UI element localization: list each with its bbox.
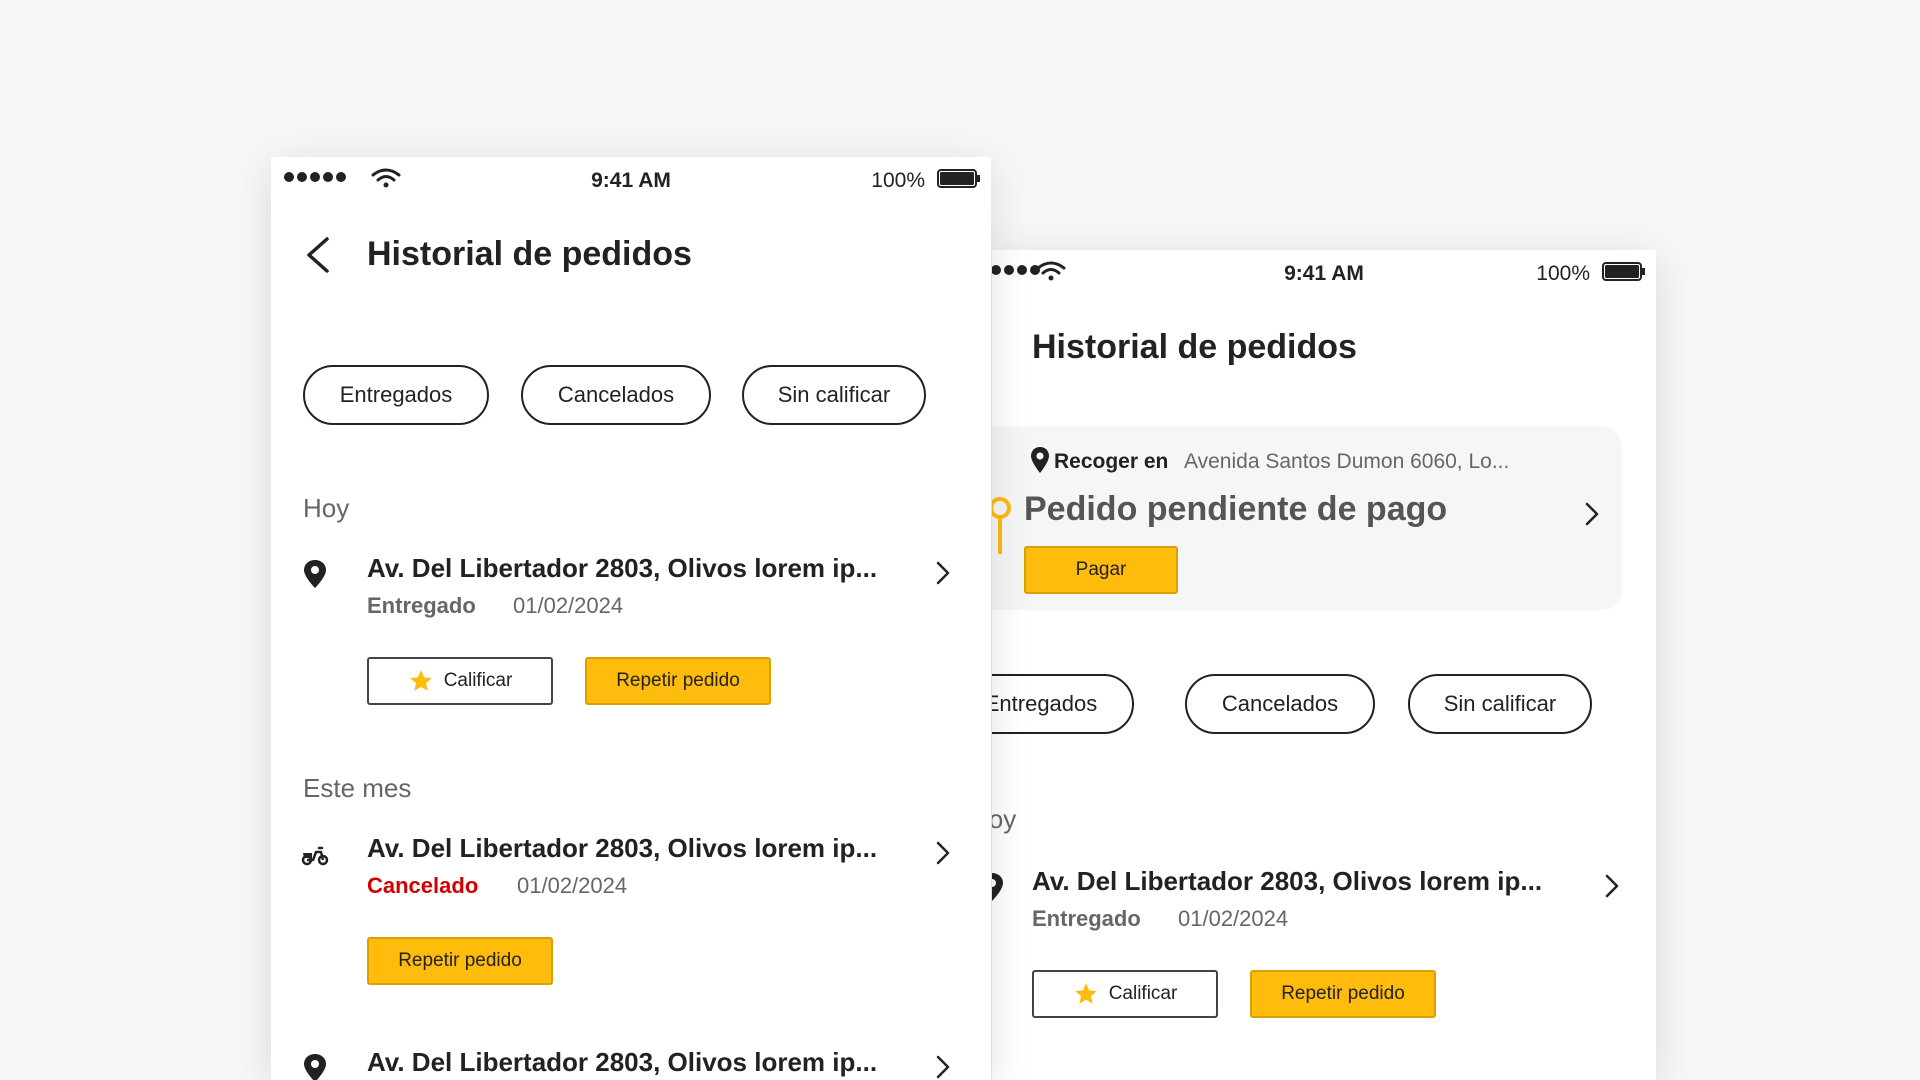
filter-chip-unrated[interactable]: Sin calificar <box>1408 674 1592 734</box>
back-arrow-icon[interactable] <box>303 235 333 275</box>
location-pin-icon <box>992 873 1003 901</box>
order-date: 01/02/2024 <box>513 593 624 618</box>
battery-icon <box>937 169 980 188</box>
section-this-month: Este mes <box>303 773 412 803</box>
pickup-address: Avenida Santos Dumon 6060, Lo... <box>1184 450 1510 473</box>
scooter-icon <box>301 846 329 866</box>
repeat-order-button[interactable]: Repetir pedido <box>1250 970 1436 1018</box>
battery-icon <box>1602 262 1645 281</box>
order-date: 01/02/2024 <box>517 873 628 898</box>
section-today: Hoy <box>992 804 1017 834</box>
order-date: 01/02/2024 <box>1178 906 1289 931</box>
phone-screen-history: 9:41 AM 100% Historial de pedidos Entreg… <box>271 157 991 1080</box>
order-status: Cancelado <box>367 873 479 898</box>
repeat-order-button[interactable]: Repetir pedido <box>585 657 771 705</box>
order-status: Entregado <box>1032 906 1141 931</box>
filter-chip-delivered[interactable]: Entregados <box>992 674 1134 734</box>
battery-percent: 100% <box>871 169 925 192</box>
filter-chip-delivered[interactable]: Entregados <box>303 365 489 425</box>
chevron-right-icon[interactable] <box>1584 500 1600 528</box>
order-address: Av. Del Libertador 2803, Olivos lorem ip… <box>367 833 878 863</box>
repeat-order-button[interactable]: Repetir pedido <box>367 937 553 985</box>
page-title: Historial de pedidos <box>367 235 692 273</box>
status-bar: 9:41 AM 100% <box>992 250 1656 294</box>
chevron-right-icon[interactable] <box>935 839 951 867</box>
rate-button[interactable]: Calificar <box>367 657 553 705</box>
section-today: Hoy <box>303 493 350 523</box>
pay-button[interactable]: Pagar <box>1024 546 1178 594</box>
order-address: Av. Del Libertador 2803, Olivos lorem ip… <box>1032 866 1543 896</box>
star-icon <box>409 670 432 691</box>
filter-chip-cancelled[interactable]: Cancelados <box>1185 674 1375 734</box>
location-pin-icon <box>304 1054 326 1080</box>
star-icon <box>1074 983 1097 1004</box>
order-address: Av. Del Libertador 2803, Olivos lorem ip… <box>367 1047 878 1077</box>
pickup-label: Recoger en <box>1054 450 1169 473</box>
pickup-marker-icon <box>992 497 1011 554</box>
order-address: Av. Del Libertador 2803, Olivos lorem ip… <box>367 553 878 583</box>
filter-chip-cancelled[interactable]: Cancelados <box>521 365 711 425</box>
status-bar: 9:41 AM 100% <box>271 157 991 201</box>
chevron-right-icon[interactable] <box>935 559 951 587</box>
location-pin-icon <box>304 560 326 588</box>
chevron-right-icon[interactable] <box>1604 872 1620 900</box>
battery-percent: 100% <box>1536 262 1590 285</box>
location-pin-icon <box>1031 447 1049 473</box>
chevron-right-icon[interactable] <box>935 1053 951 1080</box>
order-status: Entregado <box>367 593 476 618</box>
page-title: Historial de pedidos <box>1032 328 1357 366</box>
filter-chip-unrated[interactable]: Sin calificar <box>742 365 926 425</box>
rate-label: Calificar <box>443 670 513 691</box>
rate-button[interactable]: Calificar <box>1032 970 1218 1018</box>
pending-title: Pedido pendiente de pago <box>1024 490 1448 528</box>
phone-screen-pending: 9:41 AM 100% Historial de pedidos Recoge… <box>992 250 1656 1080</box>
pending-payment-card[interactable]: Recoger en Avenida Santos Dumon 6060, Lo… <box>992 426 1622 610</box>
rate-label: Calificar <box>1108 983 1178 1004</box>
